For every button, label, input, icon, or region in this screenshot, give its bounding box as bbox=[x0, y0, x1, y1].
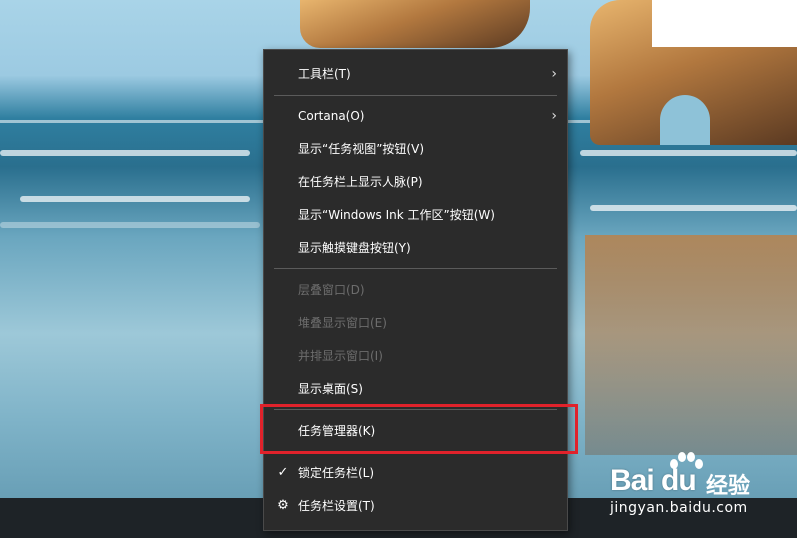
menu-separator bbox=[274, 95, 557, 96]
menu-item-label: 显示“任务视图”按钮(V) bbox=[298, 142, 425, 156]
menu-separator bbox=[274, 268, 557, 269]
white-panel bbox=[652, 0, 797, 47]
menu-item-label: 并排显示窗口(I) bbox=[298, 349, 383, 363]
chevron-right-icon: › bbox=[551, 66, 557, 82]
gear-icon: ⚙ bbox=[277, 498, 289, 513]
menu-item-lock-taskbar[interactable]: ✓ 锁定任务栏(L) bbox=[264, 458, 567, 488]
menu-item-label: 任务栏设置(T) bbox=[298, 499, 375, 513]
menu-item-label: 显示触摸键盘按钮(Y) bbox=[298, 241, 411, 255]
baidu-jingyan-watermark: Bai du 经验 jingyan.baidu.com bbox=[610, 452, 795, 522]
sea-rock bbox=[300, 0, 530, 48]
menu-item-label: 显示桌面(S) bbox=[298, 382, 363, 396]
menu-item-show-people[interactable]: 在任务栏上显示人脉(P) bbox=[264, 167, 567, 197]
menu-item-label: 堆叠显示窗口(E) bbox=[298, 316, 387, 330]
menu-item-show-windows-side-by-side: 并排显示窗口(I) bbox=[264, 341, 567, 371]
jingyan-text: 经验 bbox=[706, 474, 751, 499]
menu-item-show-desktop[interactable]: 显示桌面(S) bbox=[264, 374, 567, 404]
highlight-box bbox=[260, 404, 578, 454]
taskbar-context-menu: 工具栏(T) › Cortana(O) › 显示“任务视图”按钮(V) 在任务栏… bbox=[263, 49, 568, 531]
menu-item-label: 在任务栏上显示人脉(P) bbox=[298, 175, 423, 189]
menu-item-label: 显示“Windows Ink 工作区”按钮(W) bbox=[298, 208, 495, 222]
menu-item-show-windows-ink-button[interactable]: 显示“Windows Ink 工作区”按钮(W) bbox=[264, 200, 567, 230]
wave-foam bbox=[0, 150, 250, 156]
menu-item-label: 层叠窗口(D) bbox=[298, 283, 365, 297]
menu-item-show-windows-stacked: 堆叠显示窗口(E) bbox=[264, 308, 567, 338]
menu-item-label: 锁定任务栏(L) bbox=[298, 466, 375, 480]
watermark-url: jingyan.baidu.com bbox=[610, 500, 748, 516]
checkmark-icon: ✓ bbox=[277, 465, 289, 480]
wave-foam bbox=[590, 205, 797, 211]
rock-reflection bbox=[585, 235, 797, 455]
wave-foam bbox=[0, 222, 260, 228]
chevron-right-icon: › bbox=[551, 108, 557, 124]
menu-item-show-task-view-button[interactable]: 显示“任务视图”按钮(V) bbox=[264, 134, 567, 164]
paw-icon bbox=[670, 452, 703, 469]
arch-opening bbox=[660, 95, 710, 145]
wave-foam bbox=[20, 196, 250, 202]
wave-foam bbox=[580, 150, 797, 156]
menu-item-cascade-windows: 层叠窗口(D) bbox=[264, 275, 567, 305]
menu-item-show-touch-keyboard-button[interactable]: 显示触摸键盘按钮(Y) bbox=[264, 233, 567, 263]
menu-item-cortana[interactable]: Cortana(O) › bbox=[264, 101, 567, 131]
menu-item-label: 工具栏(T) bbox=[298, 67, 351, 81]
menu-item-taskbar-settings[interactable]: ⚙ 任务栏设置(T) bbox=[264, 491, 567, 521]
menu-item-toolbars[interactable]: 工具栏(T) › bbox=[264, 59, 567, 89]
menu-item-label: Cortana(O) bbox=[298, 109, 365, 123]
